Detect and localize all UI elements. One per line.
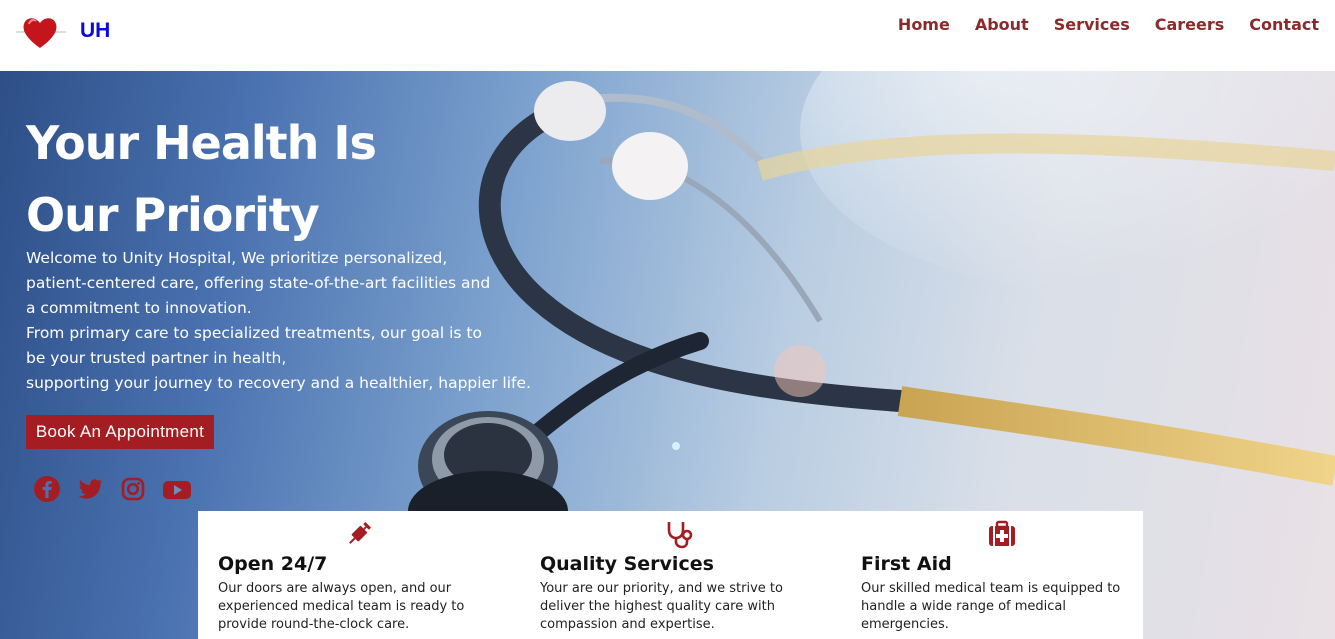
heart-pulse-icon[interactable] (16, 12, 66, 52)
brand-name[interactable]: UH (80, 19, 110, 43)
hero-text-line: Welcome to Unity Hospital, We prioritize… (26, 249, 448, 267)
youtube-icon[interactable] (162, 475, 191, 503)
instagram-icon[interactable] (119, 475, 147, 503)
hero-text-line: supporting your journey to recovery and … (26, 374, 531, 392)
site-header: UH Home About Services Careers Contact (0, 0, 1335, 71)
hero-text-line: From primary care to specialized treatme… (26, 324, 482, 342)
features-card: Open 24/7 Our doors are always open, and… (198, 511, 1143, 639)
stethoscope-icon (664, 519, 694, 549)
feature-title: Quality Services (540, 553, 714, 575)
hero-title-line-2: Our Priority (26, 188, 320, 242)
nav-home[interactable]: Home (898, 15, 950, 34)
hero-section: Your Health Is Our Priority Welcome to U… (0, 71, 1335, 639)
twitter-icon[interactable] (76, 475, 104, 503)
feature-text: Our skilled medical team is equipped to … (861, 581, 1121, 632)
facebook-icon[interactable] (33, 475, 61, 503)
nav-about[interactable]: About (975, 15, 1029, 34)
hero-title-line-1: Your Health Is (26, 116, 377, 170)
nav-careers[interactable]: Careers (1155, 15, 1225, 34)
hero-text-line: patient-centered care, offering state-of… (26, 274, 491, 292)
syringe-icon (344, 519, 374, 549)
book-appointment-button[interactable]: Book An Appointment (26, 415, 214, 449)
main-nav: Home About Services Careers Contact (873, 15, 1319, 34)
hero-title: Your Health Is Our Priority (26, 107, 377, 251)
social-links (33, 475, 191, 503)
hero-text-line: a commitment to innovation. (26, 299, 252, 317)
feature-title: Open 24/7 (218, 553, 328, 575)
feature-text: Your are our priority, and we strive to … (540, 581, 783, 632)
nav-contact[interactable]: Contact (1249, 15, 1319, 34)
hero-text-line: be your trusted partner in health, (26, 349, 287, 367)
nav-services[interactable]: Services (1054, 15, 1130, 34)
feature-title: First Aid (861, 553, 952, 575)
first-aid-kit-icon (987, 519, 1017, 549)
feature-text: Our doors are always open, and our exper… (218, 581, 465, 632)
hero-description: Welcome to Unity Hospital, We prioritize… (26, 246, 566, 396)
